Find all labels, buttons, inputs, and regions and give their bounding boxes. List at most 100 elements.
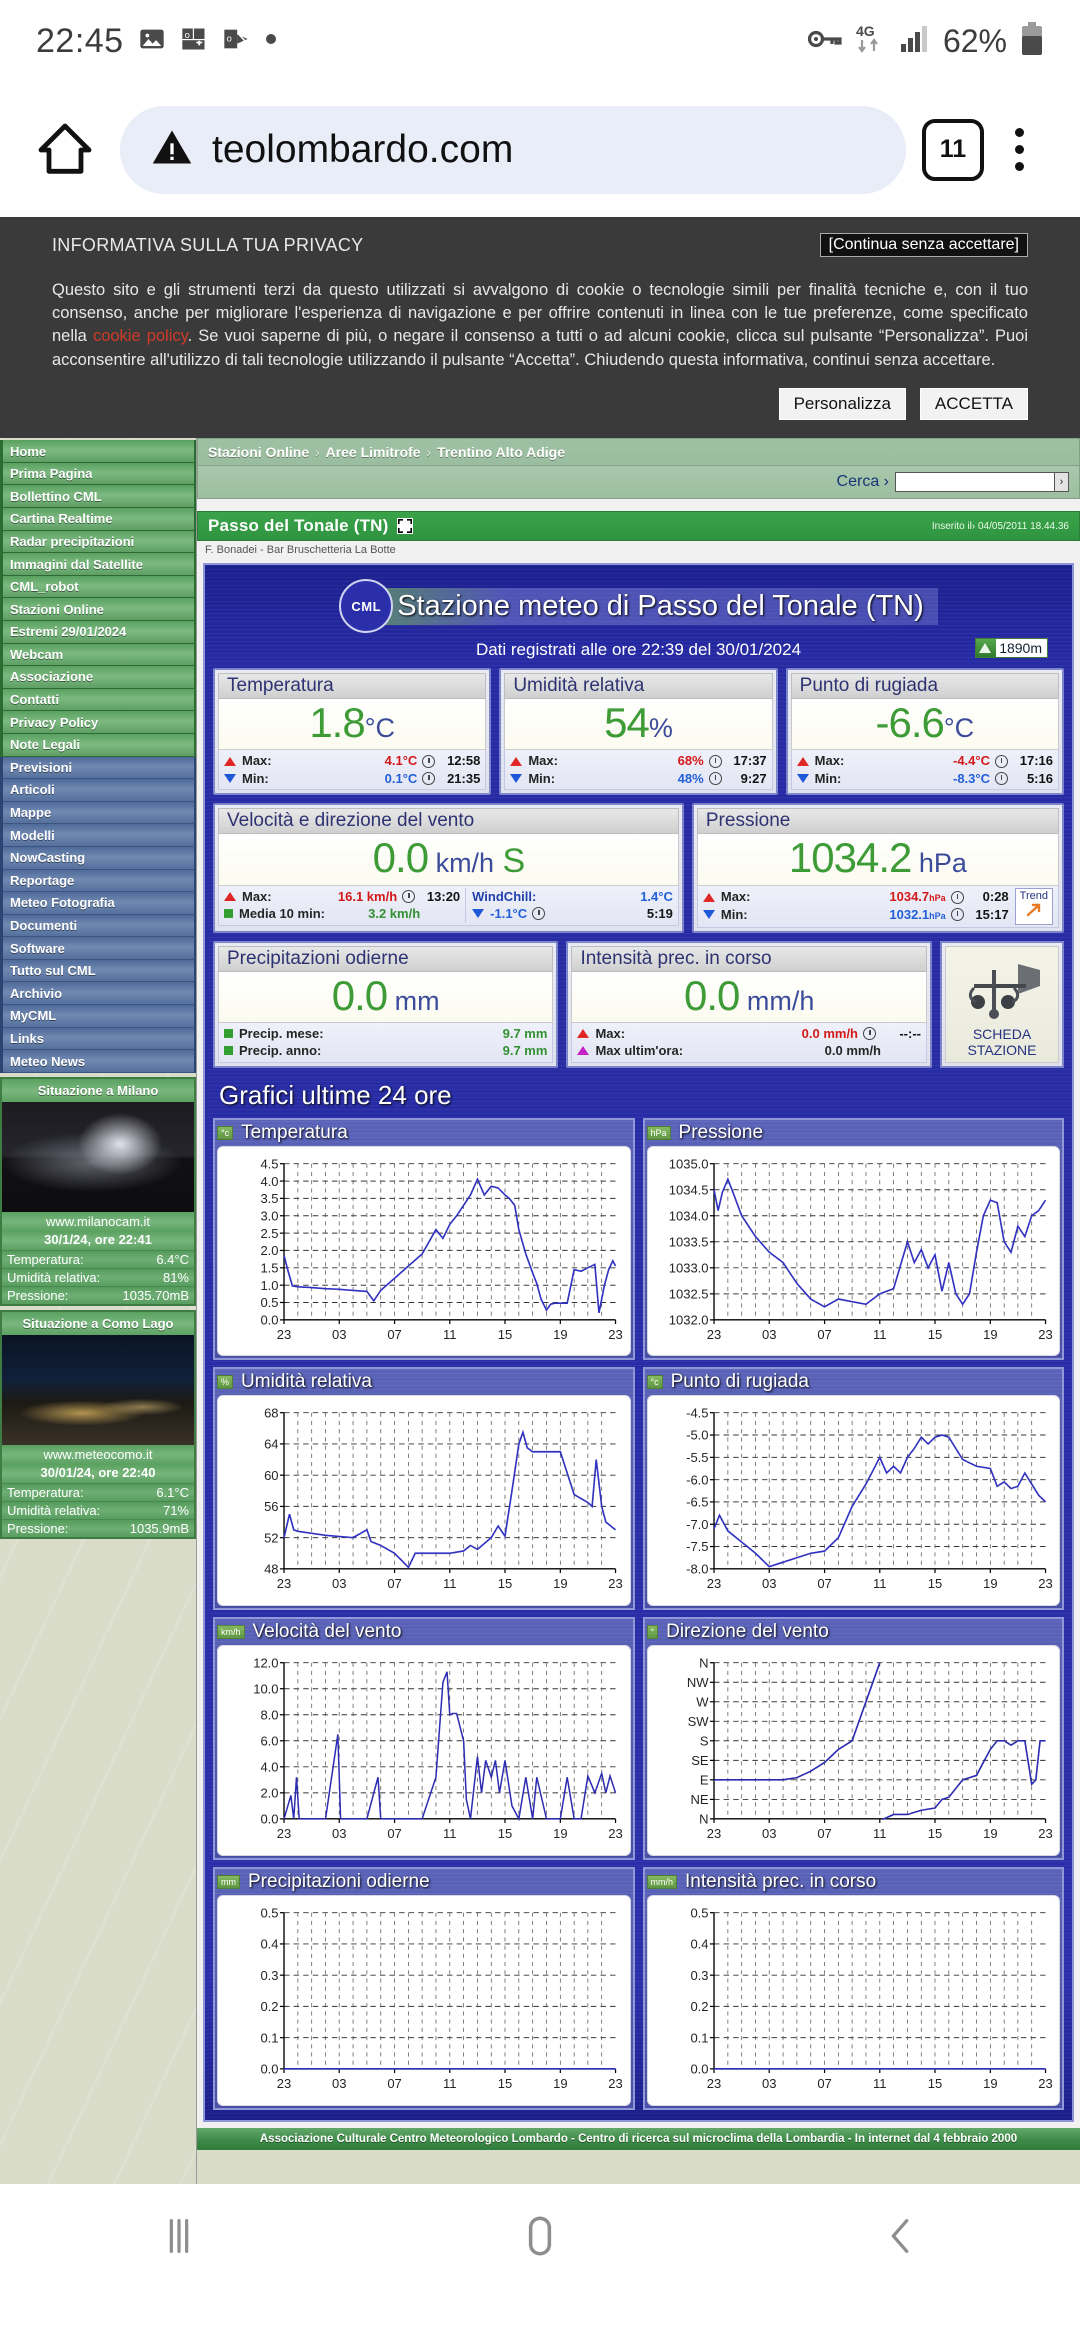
svg-text:1.5: 1.5 bbox=[260, 1260, 278, 1275]
svg-text:-6.5: -6.5 bbox=[686, 1495, 708, 1510]
webcam-url[interactable]: www.milanocam.it bbox=[2, 1211, 194, 1231]
stat-time: 0:28 bbox=[982, 889, 1009, 905]
sidebar-item-immagini-dal-satellite[interactable]: Immagini dal Satellite bbox=[3, 553, 194, 576]
mountain-icon bbox=[976, 639, 997, 658]
chart-row: km/h Velocità del vento 0.0 2.0 4.0 6.0 8.0 10.… bbox=[213, 1617, 1064, 1860]
sidebar-item-webcam[interactable]: Webcam bbox=[3, 643, 194, 667]
clock-icon bbox=[422, 754, 436, 768]
sidebar-item-archivio[interactable]: Archivio bbox=[3, 982, 194, 1006]
stat-row: Max: 68% 17:37 bbox=[510, 752, 767, 770]
webcam-url[interactable]: www.meteocomo.it bbox=[2, 1444, 194, 1464]
sidebar-item-meteo-news[interactable]: Meteo News bbox=[3, 1050, 194, 1073]
outlook-icon: o bbox=[222, 25, 250, 58]
svg-text:0.1: 0.1 bbox=[260, 2030, 278, 2045]
svg-text:0.4: 0.4 bbox=[260, 1937, 278, 1952]
weather-card-footer: Max: 0.0 mm/h --:-- Max ultim'ora: 0.0 mm/h bbox=[571, 1022, 927, 1063]
tab-counter-button[interactable]: 11 bbox=[922, 118, 984, 181]
sidebar-item-prima-pagina[interactable]: Prima Pagina bbox=[3, 462, 194, 486]
sidebar-item-cml-robot[interactable]: CML_robot bbox=[3, 575, 194, 599]
chart-canvas: 0.0 2.0 4.0 6.0 8.0 10.0 12.0 23 03 07 11 15 19 23 bbox=[217, 1645, 631, 1856]
weather-value: 1034.2 bbox=[788, 834, 912, 882]
sidebar-item-mappe[interactable]: Mappe bbox=[3, 801, 194, 825]
sidebar-item-articoli[interactable]: Articoli bbox=[3, 779, 194, 802]
svg-text:1034.0: 1034.0 bbox=[668, 1208, 708, 1223]
chart-canvas: 0.0 0.1 0.2 0.3 0.4 0.5 23 03 07 11 15 19 23 bbox=[217, 1894, 631, 2106]
svg-text:19: 19 bbox=[983, 2076, 997, 2091]
weather-card-title: Precipitazioni odierne bbox=[218, 945, 554, 972]
sidebar-item-meteo-fotografia[interactable]: Meteo Fotografia bbox=[3, 892, 194, 915]
stat-time: 21:35 bbox=[447, 770, 481, 786]
search-input[interactable] bbox=[895, 472, 1055, 493]
weather-unit: % bbox=[648, 713, 673, 744]
station-sheet-card[interactable]: SCHEDA STAZIONE bbox=[940, 940, 1064, 1068]
url-bar[interactable]: teolombardo.com bbox=[120, 105, 906, 194]
pressure-footer-row: Max: 1034.7hPa 0:28 Min: 1032.1hPa 15:17 Trend bbox=[702, 887, 1053, 925]
sidebar-item-modelli[interactable]: Modelli bbox=[3, 824, 194, 847]
svg-text:1033.0: 1033.0 bbox=[668, 1260, 708, 1275]
sidebar-item-associazione[interactable]: Associazione bbox=[3, 666, 194, 689]
sidebar-item-label: Immagini dal Satellite bbox=[10, 556, 143, 572]
sidebar-item-tutto-sul-cml[interactable]: Tutto sul CML bbox=[3, 959, 194, 983]
sidebar-item-stazioni-online[interactable]: Stazioni Online bbox=[3, 598, 194, 621]
search-bar: Cerca › › bbox=[197, 466, 1080, 500]
svg-text:23: 23 bbox=[608, 1577, 622, 1592]
webcam-data-value: 6.1°C bbox=[156, 1484, 189, 1500]
chart-unit-label: °c bbox=[217, 1125, 234, 1140]
chart-unit-label: km/h bbox=[217, 1625, 245, 1640]
sidebar-item-radar-precipitazioni[interactable]: Radar precipitazioni bbox=[3, 530, 194, 554]
sidebar-item-privacy-policy[interactable]: Privacy Policy bbox=[3, 711, 194, 734]
webcam-image[interactable] bbox=[2, 1334, 194, 1445]
weather-unit: °C bbox=[943, 713, 975, 744]
not-secure-warning-icon[interactable] bbox=[150, 125, 194, 174]
sidebar-item-software[interactable]: Software bbox=[3, 937, 194, 960]
stat-time: 5:16 bbox=[1026, 770, 1053, 786]
chart-canvas: -8.0 -7.5 -7.0 -6.5 -6.0 -5.5 -5.0 -4.5 23 03 07 11… bbox=[646, 1395, 1060, 1607]
overflow-menu-icon[interactable] bbox=[984, 128, 1054, 171]
sidebar-item-reportage[interactable]: Reportage bbox=[3, 869, 194, 893]
sidebar-item-links[interactable]: Links bbox=[3, 1027, 194, 1051]
sidebar-item-cartina-realtime[interactable]: Cartina Realtime bbox=[3, 508, 194, 531]
webcam-image[interactable] bbox=[2, 1101, 194, 1212]
webcam-data-value: 71% bbox=[162, 1502, 189, 1518]
breadcrumb-item[interactable]: Trentino Alto Adige bbox=[437, 444, 565, 460]
weather-card-title: Temperatura bbox=[218, 673, 487, 700]
svg-text:03: 03 bbox=[761, 1327, 775, 1342]
weather-card: Punto di rugiada -6.6°C Max: -4.4°C 17:16 Min… bbox=[785, 668, 1064, 796]
sidebar-item-estremi-29-01-2024[interactable]: Estremi 29/01/2024 bbox=[3, 620, 194, 644]
clock-icon bbox=[950, 908, 964, 922]
continue-without-accepting-button[interactable]: [Continua senza accettare] bbox=[819, 233, 1028, 257]
chart-header: mm/h Intensità prec. in corso bbox=[646, 1871, 1061, 1893]
stat-row: Max: 0.0 mm/h --:-- bbox=[577, 1025, 921, 1043]
svg-text:68: 68 bbox=[264, 1406, 278, 1421]
max-hour-arrow-icon bbox=[577, 1046, 590, 1056]
accept-button[interactable]: ACCETTA bbox=[919, 388, 1028, 421]
stat-label: Max: bbox=[814, 753, 845, 769]
cookie-policy-link[interactable]: cookie policy bbox=[93, 327, 188, 345]
breadcrumb-item[interactable]: Aree Limitrofe bbox=[326, 444, 421, 460]
home-button[interactable] bbox=[26, 118, 104, 182]
sidebar-item-home[interactable]: Home bbox=[3, 440, 194, 463]
weather-value: 1.8 bbox=[309, 699, 365, 747]
recents-icon[interactable] bbox=[156, 2213, 202, 2264]
sidebar-item-mycml[interactable]: MyCML bbox=[3, 1005, 194, 1028]
clock-icon bbox=[422, 772, 436, 786]
fullscreen-icon[interactable] bbox=[396, 518, 413, 535]
sidebar-item-contatti[interactable]: Contatti bbox=[3, 688, 194, 712]
sidebar-item-documenti[interactable]: Documenti bbox=[3, 914, 194, 938]
home-circle-icon[interactable] bbox=[515, 2211, 565, 2266]
sidebar-item-bollettino-cml[interactable]: Bollettino CML bbox=[3, 485, 194, 509]
min-down-arrow-icon bbox=[510, 774, 523, 784]
sidebar-item-previsioni[interactable]: Previsioni bbox=[3, 756, 194, 780]
stat-label: Max: bbox=[720, 889, 751, 905]
svg-text:15: 15 bbox=[498, 1577, 512, 1592]
breadcrumb: Stazioni Online › Aree Limitrofe › Trent… bbox=[208, 444, 1069, 460]
customize-button[interactable]: Personalizza bbox=[778, 388, 906, 421]
breadcrumb-item[interactable]: Stazioni Online bbox=[208, 444, 309, 460]
back-chevron-icon[interactable] bbox=[878, 2213, 924, 2264]
stat-unit: hPa bbox=[929, 911, 946, 922]
search-submit-button[interactable]: › bbox=[1055, 472, 1069, 493]
chart-box: ° Direzione del vento N NE E SE S SW W NW N 23 03 07 1… bbox=[642, 1617, 1064, 1860]
sidebar-item-nowcasting[interactable]: NowCasting bbox=[3, 846, 194, 870]
sidebar-item-note-legali[interactable]: Note Legali bbox=[3, 733, 194, 757]
pressure-trend-badge[interactable]: Trend bbox=[1014, 887, 1053, 925]
